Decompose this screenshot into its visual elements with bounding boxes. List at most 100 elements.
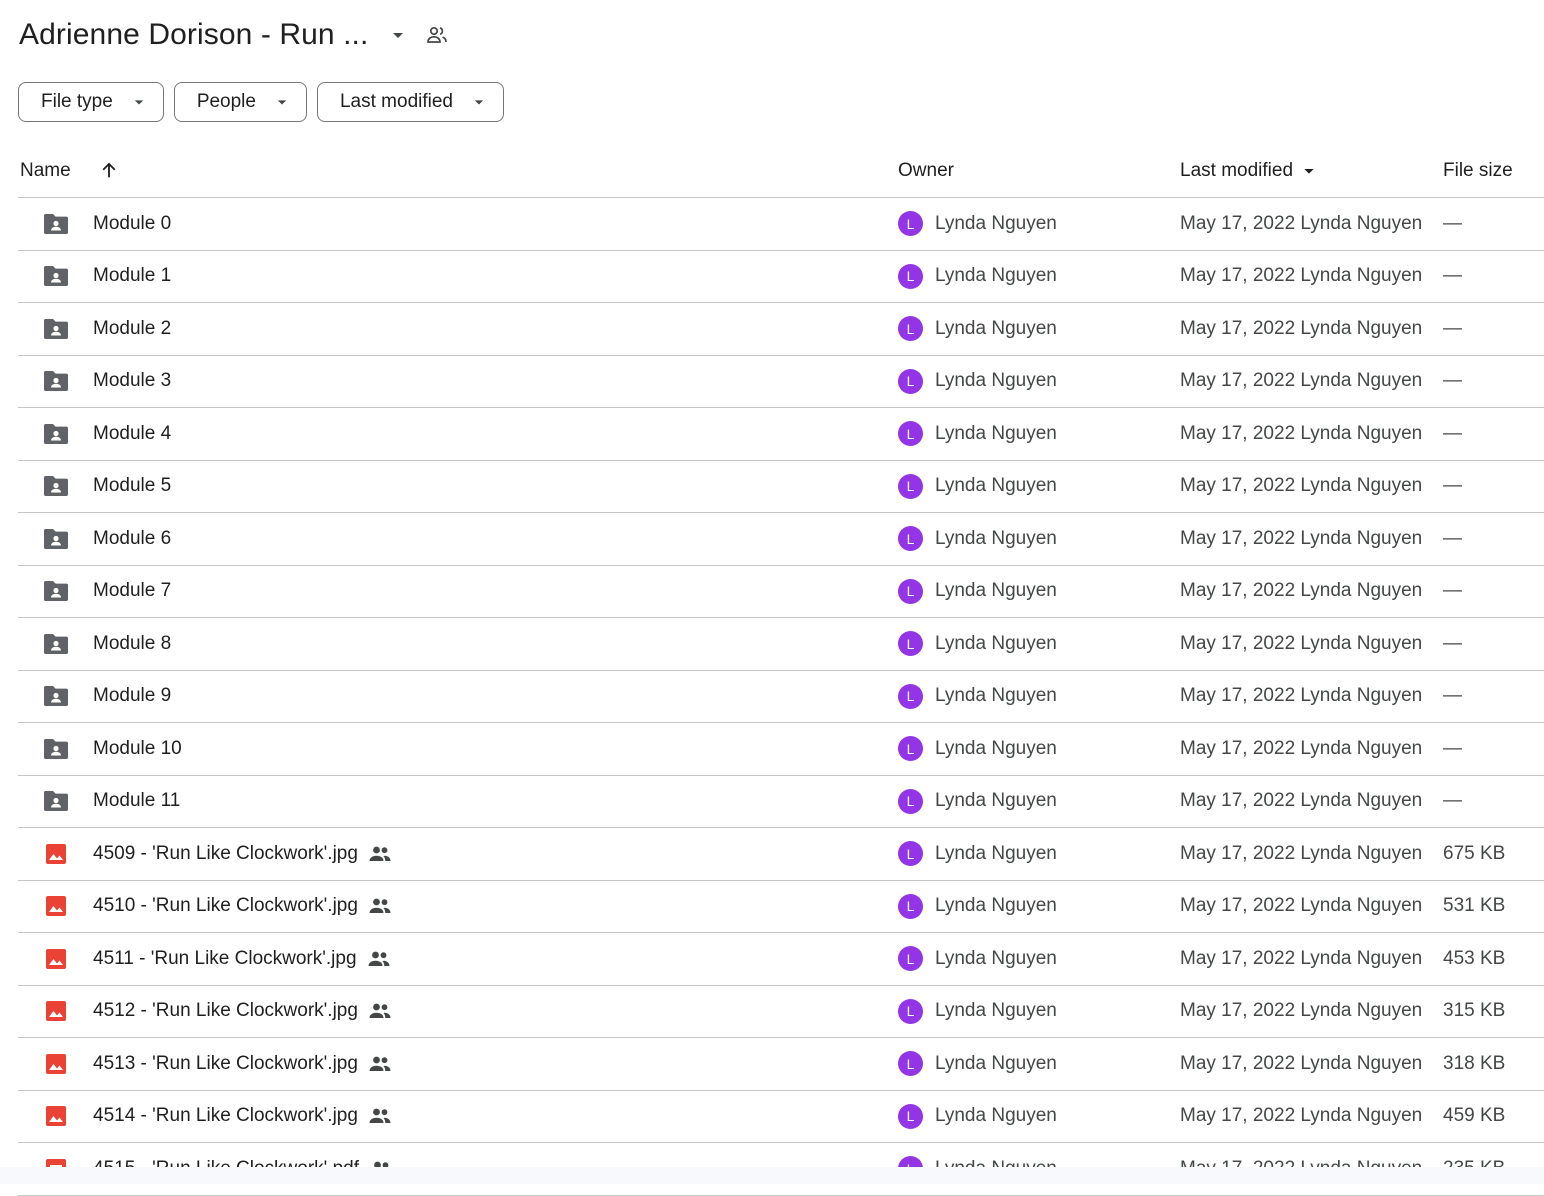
folder-row[interactable]: Module 0 L Lynda Nguyen May 17, 2022 Lynda … [18,198,1544,251]
name-column-header[interactable]: Name [20,160,71,182]
shared-icon [368,896,392,916]
owner-name: Lynda Nguyen [935,632,1057,654]
item-name: Module 0 [93,212,172,234]
file-list: Module 0 L Lynda Nguyen May 17, 2022 Lynda … [18,198,1544,1196]
owner-name: Lynda Nguyen [935,737,1057,759]
item-name-cell: Module 10 [93,723,182,775]
owner-cell: L Lynda Nguyen [898,566,1057,618]
folder-row[interactable]: Module 11 L Lynda Nguyen May 17, 2022 Lynda… [18,776,1544,828]
owner-name: Lynda Nguyen [935,895,1057,917]
bottom-bar [0,1167,1544,1184]
item-name-cell: 4511 - 'Run Like Clockwork'.jpg [93,933,391,985]
chip-label: People [196,91,256,112]
folder-row[interactable]: Module 9 L Lynda Nguyen May 17, 2022 Lynda … [18,671,1544,723]
item-name: Module 8 [93,632,172,654]
shared-icon [368,1106,392,1126]
item-name: 4514 - 'Run Like Clockwork'.jpg [93,1105,358,1127]
item-name-cell: 4509 - 'Run Like Clockwork'.jpg [93,828,392,880]
item-name: Module 11 [93,790,181,812]
avatar: L [898,316,923,342]
last-modified-cell: May 17, 2022 Lynda Nguyen [1180,1000,1423,1022]
avatar: L [898,263,923,289]
folder-row[interactable]: Module 8 L Lynda Nguyen May 17, 2022 Lynda … [18,618,1544,671]
item-name: Module 4 [93,422,172,444]
avatar: L [898,893,923,919]
avatar: L [898,473,923,499]
file-row[interactable]: 4512 - 'Run Like Clockwork'.jpg L Lynda Ng… [18,986,1544,1038]
owner-cell: L Lynda Nguyen [898,723,1057,775]
owner-column-header[interactable]: Owner [898,160,954,182]
item-name: Module 1 [93,265,172,287]
arrow-upward-icon[interactable] [98,158,120,182]
item-name: Module 5 [93,475,172,497]
last-modified-label: Last modified [1180,160,1294,181]
folder-row[interactable]: Module 2 L Lynda Nguyen May 17, 2022 Lynda … [18,303,1544,356]
file-size-cell: — [1443,632,1462,654]
owner-name: Lynda Nguyen [935,1105,1057,1127]
file-size-column-header[interactable]: File size [1443,160,1513,182]
avatar: L [898,1103,923,1129]
arrow-drop-down-icon [469,92,489,112]
item-name-cell: 4510 - 'Run Like Clockwork'.jpg [93,881,392,933]
folder-row[interactable]: Module 1 L Lynda Nguyen May 17, 2022 Lynda … [18,251,1544,303]
last-modified-cell: May 17, 2022 Lynda Nguyen [1180,527,1423,549]
folder-row[interactable]: Module 7 L Lynda Nguyen May 17, 2022 Lynda … [18,566,1544,618]
file-size-cell: — [1443,790,1462,812]
owner-cell: L Lynda Nguyen [898,828,1057,880]
last-modified-column-header[interactable]: Last modified [1180,160,1317,182]
avatar: L [898,211,923,237]
file-row[interactable]: 4509 - 'Run Like Clockwork'.jpg L Lynda Ng… [18,828,1544,881]
last-modified-cell: May 17, 2022 Lynda Nguyen [1180,790,1423,812]
owner-cell: L Lynda Nguyen [898,776,1057,828]
folder-row[interactable]: Module 5 L Lynda Nguyen May 17, 2022 Lynda … [18,461,1544,513]
item-name-cell: Module 5 [93,461,171,513]
owner-name: Lynda Nguyen [935,947,1057,969]
arrow-drop-down-icon[interactable] [386,23,410,47]
owner-cell: L Lynda Nguyen [898,1038,1057,1090]
owner-name: Lynda Nguyen [935,790,1057,812]
file-size-cell: — [1443,475,1462,497]
item-name-cell: Module 8 [93,618,171,670]
item-name-cell: Module 0 [93,198,171,250]
people-filter-button[interactable]: People [173,82,307,122]
item-name-cell: 4514 - 'Run Like Clockwork'.jpg [93,1091,392,1143]
shared-folder-icon [42,408,70,460]
item-name: 4511 - 'Run Like Clockwork'.jpg [93,947,357,969]
owner-name: Lynda Nguyen [935,475,1057,497]
folder-row[interactable]: Module 6 L Lynda Nguyen May 17, 2022 Lynda … [18,513,1544,566]
chip-label: File type [41,91,113,112]
item-name: Module 2 [93,317,172,339]
file-row[interactable]: 4511 - 'Run Like Clockwork'.jpg L Lynda Ng… [18,933,1544,986]
avatar: L [898,1051,923,1077]
owner-name: Lynda Nguyen [935,842,1057,864]
file-size-cell: — [1443,317,1462,339]
file-type-filter-button[interactable]: File type [18,82,164,122]
image-file-icon [42,828,70,880]
owner-cell: L Lynda Nguyen [898,1091,1057,1143]
file-row[interactable]: 4513 - 'Run Like Clockwork'.jpg L Lynda Ng… [18,1038,1544,1091]
owner-name: Lynda Nguyen [935,265,1057,287]
file-size-cell: — [1443,370,1462,392]
image-file-icon [42,1091,70,1143]
file-row[interactable]: 4514 - 'Run Like Clockwork'.jpg L Lynda Ng… [18,1091,1544,1143]
file-row[interactable]: 4510 - 'Run Like Clockwork'.jpg L Lynda Ng… [18,881,1544,933]
folder-title[interactable]: Adrienne Dorison - Run ... [19,18,368,52]
shared-folder-icon [42,356,70,408]
shared-users-icon[interactable] [424,22,450,48]
file-size-cell: 531 KB [1443,895,1506,917]
file-size-cell: 453 KB [1443,947,1506,969]
file-size-cell: — [1443,212,1462,234]
owner-cell: L Lynda Nguyen [898,303,1057,355]
item-name: 4512 - 'Run Like Clockwork'.jpg [93,1000,358,1022]
item-name-cell: 4513 - 'Run Like Clockwork'.jpg [93,1038,392,1090]
folder-row[interactable]: Module 10 L Lynda Nguyen May 17, 2022 Lynda… [18,723,1544,776]
shared-folder-icon [42,303,70,355]
last-modified-filter-button[interactable]: Last modified [316,82,504,122]
owner-name: Lynda Nguyen [935,422,1057,444]
item-name-cell: 4512 - 'Run Like Clockwork'.jpg [93,986,392,1038]
folder-row[interactable]: Module 4 L Lynda Nguyen May 17, 2022 Lynda … [18,408,1544,461]
item-name-cell: Module 11 [93,776,180,828]
item-name: Module 10 [93,737,182,759]
folder-row[interactable]: Module 3 L Lynda Nguyen May 17, 2022 Lynda … [18,356,1544,408]
owner-cell: L Lynda Nguyen [898,618,1057,670]
